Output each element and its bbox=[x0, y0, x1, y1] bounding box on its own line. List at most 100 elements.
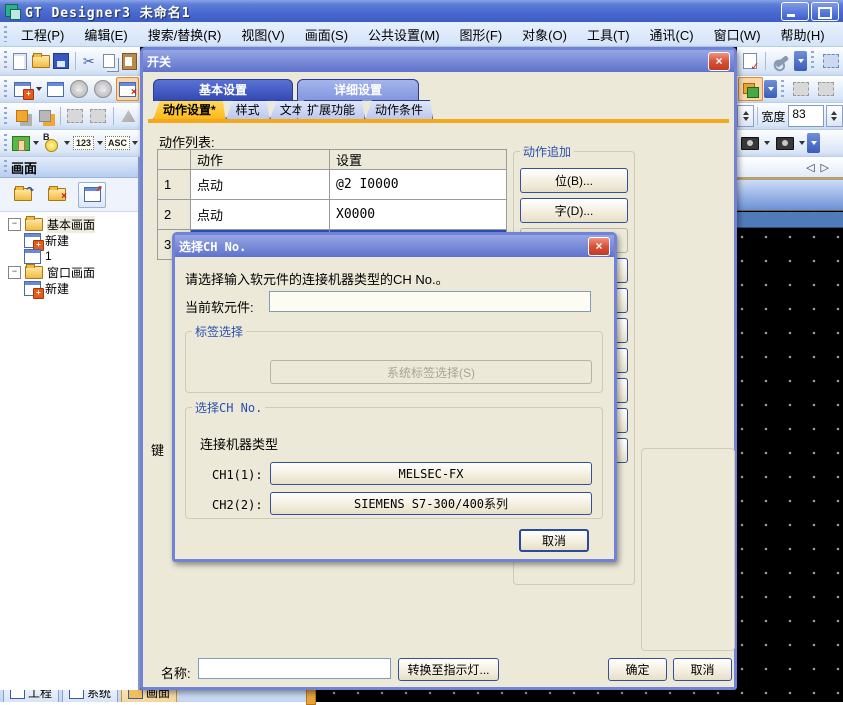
table-row[interactable]: 1 点动 @2 I0000 bbox=[158, 170, 507, 200]
menu-object[interactable]: 对象(O) bbox=[512, 22, 577, 47]
preview-button[interactable] bbox=[11, 132, 30, 154]
open-screen-button[interactable] bbox=[45, 78, 66, 100]
menu-tools[interactable]: 工具(T) bbox=[577, 22, 640, 47]
toolbar-grip[interactable] bbox=[3, 80, 8, 98]
close-icon[interactable]: × bbox=[708, 52, 730, 71]
ascii-display-button[interactable]: ASC bbox=[106, 132, 129, 154]
layer-view-button[interactable] bbox=[738, 77, 763, 101]
system-label-select-button[interactable]: 系统标签选择(S) bbox=[270, 360, 592, 384]
menu-communication[interactable]: 通讯(C) bbox=[640, 22, 704, 47]
menu-screen[interactable]: 画面(S) bbox=[295, 22, 358, 47]
minimize-button[interactable] bbox=[781, 2, 809, 21]
align-center-button[interactable] bbox=[814, 78, 837, 100]
rotate-button[interactable] bbox=[118, 105, 139, 127]
tab-extended-function[interactable]: 扩展功能 bbox=[297, 100, 365, 120]
toolbar-grip[interactable] bbox=[780, 80, 785, 98]
save-button[interactable] bbox=[52, 50, 71, 72]
convert-to-lamp-button[interactable]: 转换至指示灯... bbox=[398, 658, 499, 681]
export-screen-tool[interactable]: ↗ bbox=[78, 182, 106, 208]
width-input[interactable]: 83 bbox=[788, 105, 823, 127]
ch-cancel-button[interactable]: 取消 bbox=[519, 529, 589, 552]
tree-item-window-screen[interactable]: − 窗口画面 bbox=[0, 264, 138, 280]
current-device-input[interactable] bbox=[269, 291, 591, 312]
cancel-button[interactable]: 取消 bbox=[673, 658, 732, 681]
grid-settings-button[interactable] bbox=[819, 50, 842, 72]
lamp-dropdown[interactable] bbox=[64, 141, 70, 145]
align-left-button[interactable] bbox=[789, 78, 812, 100]
open-screen-tool[interactable]: ↷ bbox=[10, 183, 36, 207]
word-button[interactable]: 字(D)... bbox=[520, 198, 628, 223]
basic-settings-group: 基本设置 bbox=[153, 79, 293, 101]
collapse-icon[interactable]: − bbox=[8, 218, 21, 231]
name-input[interactable] bbox=[198, 658, 391, 679]
lamp-display-button[interactable]: B bbox=[42, 132, 61, 154]
bit-button[interactable]: 位(B)... bbox=[520, 168, 628, 193]
tree-item-new[interactable]: + 新建 bbox=[24, 232, 138, 248]
open-project-button[interactable] bbox=[32, 50, 51, 72]
ch1-button[interactable]: MELSEC-FX bbox=[270, 462, 592, 485]
table-row[interactable]: 2 点动 X0000 bbox=[158, 200, 507, 230]
ch2-button[interactable]: SIEMENS S7-300/400系列 bbox=[270, 492, 592, 515]
new-project-button[interactable] bbox=[11, 50, 30, 72]
collapse-icon[interactable]: − bbox=[8, 266, 21, 279]
child-window-titlebar[interactable] bbox=[737, 180, 843, 211]
toolbar-grip[interactable] bbox=[3, 107, 8, 125]
menu-edit[interactable]: 编辑(E) bbox=[74, 22, 137, 47]
tab-action-condition[interactable]: 动作条件 bbox=[365, 100, 433, 120]
menu-project[interactable]: 工程(P) bbox=[11, 22, 74, 47]
capture-overflow-button[interactable] bbox=[807, 133, 820, 153]
detail-tabs: 扩展功能 动作条件 bbox=[297, 100, 433, 120]
capture-area-dropdown[interactable] bbox=[799, 141, 805, 145]
tab-scroll-right-icon[interactable]: ▷ bbox=[821, 161, 829, 174]
new-screen-dropdown[interactable] bbox=[36, 87, 42, 91]
menu-search-replace[interactable]: 搜索/替换(R) bbox=[138, 22, 232, 47]
preview-icon bbox=[12, 136, 30, 151]
bring-front-button[interactable] bbox=[12, 105, 33, 127]
width-spinner[interactable] bbox=[826, 105, 843, 127]
capture-area-button[interactable] bbox=[773, 132, 796, 154]
menu-help[interactable]: 帮助(H) bbox=[771, 22, 835, 47]
toolbar-grip[interactable] bbox=[3, 51, 7, 71]
tab-style[interactable]: 样式 bbox=[226, 100, 270, 120]
tree-item-new-window[interactable]: + 新建 bbox=[24, 280, 138, 296]
layer-overflow-button[interactable] bbox=[764, 80, 777, 98]
select-ch-legend: 选择CH No. bbox=[192, 399, 265, 416]
toolbar-overflow-button[interactable] bbox=[794, 51, 807, 71]
capture-select-button[interactable] bbox=[738, 132, 761, 154]
forward-button[interactable]: → bbox=[92, 78, 113, 100]
close-screen-tool[interactable]: × bbox=[44, 183, 70, 207]
toolbar-grip[interactable] bbox=[810, 51, 815, 71]
tree-item-base-screen[interactable]: − 基本画面 bbox=[0, 216, 138, 232]
panel-grip[interactable] bbox=[3, 160, 8, 174]
paste-button[interactable] bbox=[121, 50, 140, 72]
ungroup-button[interactable] bbox=[88, 105, 109, 127]
tab-scroll-left-icon[interactable]: ◁ bbox=[806, 161, 814, 174]
ascii-dropdown[interactable] bbox=[132, 141, 138, 145]
device-value-dropdown[interactable] bbox=[97, 141, 103, 145]
preview-dropdown[interactable] bbox=[33, 141, 39, 145]
close-screen-button[interactable]: × bbox=[116, 77, 139, 101]
menu-window[interactable]: 窗口(W) bbox=[704, 22, 771, 47]
menubar-grip[interactable] bbox=[3, 26, 8, 43]
menu-view[interactable]: 视图(V) bbox=[231, 22, 294, 47]
toolbar-grip[interactable] bbox=[3, 134, 7, 152]
tab-action-settings[interactable]: 动作设置* bbox=[153, 100, 226, 120]
maximize-button[interactable] bbox=[811, 2, 839, 21]
cut-button[interactable]: ✂ bbox=[79, 50, 98, 72]
close-icon[interactable]: × bbox=[588, 237, 610, 256]
back-button[interactable]: ← bbox=[69, 78, 90, 100]
screen-verify-button[interactable] bbox=[738, 50, 761, 72]
options-button[interactable] bbox=[770, 50, 793, 72]
height-spinner[interactable] bbox=[737, 105, 754, 127]
copy-button[interactable] bbox=[100, 50, 119, 72]
menu-figure[interactable]: 图形(F) bbox=[450, 22, 513, 47]
group-button[interactable] bbox=[65, 105, 86, 127]
device-value-button[interactable]: 123 bbox=[73, 132, 94, 154]
application-window: GT Designer3 未命名1 工程(P) 编辑(E) 搜索/替换(R) 视… bbox=[0, 0, 843, 702]
new-screen-button[interactable]: + bbox=[12, 78, 33, 100]
menu-common[interactable]: 公共设置(M) bbox=[358, 22, 450, 47]
capture-dropdown[interactable] bbox=[764, 141, 770, 145]
ok-button[interactable]: 确定 bbox=[608, 658, 667, 681]
open-screen-icon bbox=[47, 82, 64, 97]
send-back-button[interactable] bbox=[35, 105, 56, 127]
